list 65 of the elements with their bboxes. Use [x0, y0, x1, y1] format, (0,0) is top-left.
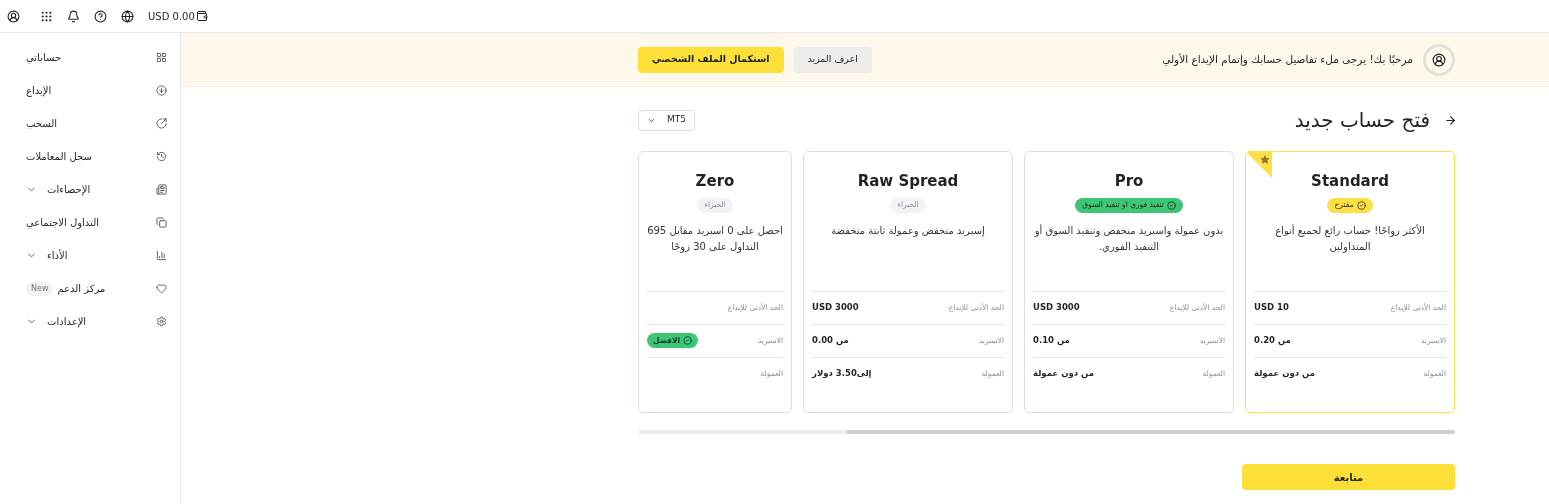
sidebar-label: سجل المعاملات — [26, 150, 92, 164]
sidebar-label: مركز الدعم — [57, 282, 106, 296]
account-icon[interactable] — [7, 9, 20, 23]
sidebar-label: الأداء — [47, 248, 68, 263]
scrollbar-thumb[interactable] — [846, 430, 1455, 434]
document-icon — [156, 184, 167, 195]
spec-value: من دون عمولة — [1254, 367, 1315, 380]
continue-button[interactable]: متابعة — [1242, 464, 1455, 490]
globe-icon[interactable] — [121, 9, 134, 23]
spec-value: من 0.00 — [812, 334, 849, 347]
settings-icon — [156, 316, 167, 327]
spec-value: من 0.20 — [1254, 334, 1291, 347]
banner-message: مرحبًا بك! يرجى ملء تفاصيل حسابك وإتمام الإيداع الأولي — [1162, 51, 1413, 68]
new-badge: New — [26, 281, 54, 296]
copy-icon — [156, 217, 167, 228]
account-type-title: Standard — [1310, 171, 1390, 192]
bar-chart-icon — [156, 250, 167, 261]
check-circle-icon — [683, 336, 693, 345]
featured-corner-ribbon — [1246, 152, 1272, 178]
user-icon — [1432, 52, 1446, 67]
spec-value: USD 3000 — [812, 301, 859, 314]
sidebar-label: حساباتي — [26, 51, 62, 65]
account-description: احصل على 0 اسبريد مقابل 695 التداول على 30 زوجًا — [647, 223, 783, 255]
check-circle-icon — [1166, 200, 1176, 210]
complete-profile-button[interactable]: استكمال الملف الشخصي — [638, 46, 784, 73]
account-description: إسبريد منخفض وعمولة ثابتة منخفضة — [830, 223, 986, 239]
spec-value: إلى3.50 دولار — [812, 367, 872, 380]
heart-icon — [156, 283, 167, 294]
sidebar-item[interactable]: السحب — [26, 107, 167, 140]
sidebar-label: السحب — [26, 117, 58, 131]
sidebar-label: الإحصاءات — [47, 183, 91, 197]
sidebar-item[interactable]: التداول الاجتماعي — [26, 206, 167, 239]
sidebar-item[interactable]: الإيداع — [26, 74, 167, 107]
account-type-title: Pro — [1113, 171, 1145, 192]
spec-value: من 0.10 — [1033, 334, 1070, 347]
apps-icon[interactable] — [40, 9, 53, 23]
balance-text: USD 0.00 — [148, 9, 195, 24]
spec-value: USD 3000 — [1033, 301, 1080, 314]
sidebar-item[interactable]: الأداء — [26, 239, 167, 272]
account-type-title: Zero — [694, 171, 736, 192]
wallet-icon[interactable] — [195, 10, 208, 22]
page-title: فتح حساب جديد — [1294, 107, 1430, 134]
check-circle-icon — [1356, 200, 1366, 210]
learn-more-button[interactable]: اعرف المزيد — [793, 46, 872, 73]
history-icon — [156, 151, 167, 162]
account-description: الأكثر رواجًا! حساب رائع لجميع أنواع المتداولين — [1274, 223, 1426, 255]
sidebar-label: الإيداع — [26, 84, 52, 98]
notification-icon[interactable] — [67, 9, 80, 23]
chevron-icon[interactable] — [26, 250, 37, 261]
help-icon[interactable] — [94, 9, 107, 23]
up-right-arrow-circle-icon — [156, 118, 167, 129]
sidebar-item[interactable]: سجل المعاملات — [26, 140, 167, 173]
sidebar-item[interactable]: الإعدادات — [26, 305, 167, 338]
sidebar-item[interactable]: حساباتي — [26, 41, 167, 74]
sidebar-item[interactable]: الإحصاءات — [26, 173, 167, 206]
platform-dropdown[interactable]: MT5 — [638, 109, 695, 131]
account-description: بدون عمولة واسبريد منخفض وتنفيذ السوق أو التنفيذ الفوري. — [1033, 223, 1225, 255]
spec-value: من دون عمولة — [1033, 367, 1094, 380]
down-arrow-circle-icon — [156, 85, 167, 96]
account-type-title: Raw Spread — [856, 171, 960, 192]
spec-value: USD 10 — [1254, 301, 1289, 314]
sidebar-label: التداول الاجتماعي — [26, 216, 99, 230]
sidebar-label: الإعدادات — [47, 315, 87, 329]
back-arrow-icon[interactable] — [1444, 113, 1457, 127]
grid-icon — [156, 52, 167, 63]
